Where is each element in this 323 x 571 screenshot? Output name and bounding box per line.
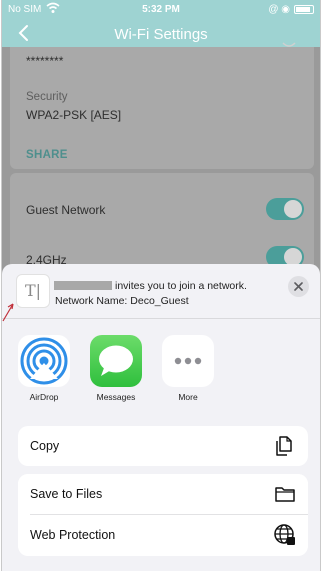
status-bar: No SIM 5:32 PM @ ◉ xyxy=(2,0,320,20)
status-icons: @ ◉ xyxy=(268,4,290,15)
copy-icon xyxy=(276,436,292,456)
share-link[interactable]: SHARE xyxy=(26,149,68,161)
share-app-messages[interactable]: Messages xyxy=(90,335,142,402)
page-title: Wi-Fi Settings xyxy=(114,26,208,43)
annotation-arrow-icon xyxy=(2,303,14,322)
wifi-info-card: ******** Security WPA2-PSK [AES] SHARE xyxy=(10,42,314,169)
password-mask: ******** xyxy=(26,54,64,68)
text-document-icon: T| xyxy=(16,274,50,308)
airdrop-icon xyxy=(18,335,70,387)
save-to-files-label: Save to Files xyxy=(30,487,103,501)
messages-label: Messages xyxy=(96,392,136,402)
action-save-to-files[interactable]: Save to Files xyxy=(18,474,308,514)
invite-text: invites you to join a network. xyxy=(115,280,247,292)
security-value: WPA2-PSK [AES] xyxy=(26,108,122,122)
network-name-text: Network Name: Deco_Guest xyxy=(55,295,189,307)
copy-label: Copy xyxy=(30,439,60,453)
security-label: Security xyxy=(26,91,68,103)
share-sheet: T| invites you to join a network. Networ… xyxy=(2,264,320,571)
sheet-divider xyxy=(2,318,320,319)
nav-header: No SIM 5:32 PM @ ◉ Wi-Fi Settings xyxy=(2,0,320,47)
action-copy[interactable]: Copy xyxy=(18,426,308,466)
redacted-name xyxy=(54,281,112,290)
more-label: More xyxy=(178,392,198,402)
airdrop-label: AirDrop xyxy=(29,392,59,402)
web-protection-label: Web Protection xyxy=(30,528,116,542)
share-app-more[interactable]: More xyxy=(162,335,214,402)
guest-network-label: Guest Network xyxy=(26,203,106,217)
folder-icon xyxy=(275,487,295,502)
battery-icon xyxy=(294,5,314,14)
messages-icon xyxy=(90,335,142,387)
share-app-airdrop[interactable]: AirDrop xyxy=(18,335,70,402)
close-icon xyxy=(294,282,303,291)
phone-screen: No SIM 5:32 PM @ ◉ Wi-Fi Settings ******… xyxy=(1,0,321,571)
close-button[interactable] xyxy=(288,276,309,297)
globe-icon xyxy=(274,524,295,545)
guest-network-toggle[interactable] xyxy=(266,198,304,220)
more-icon xyxy=(162,335,214,387)
action-web-protection[interactable]: Web Protection xyxy=(18,515,308,555)
wifi-icon xyxy=(282,42,296,47)
action-group: Save to Files Web Protection xyxy=(18,474,308,556)
